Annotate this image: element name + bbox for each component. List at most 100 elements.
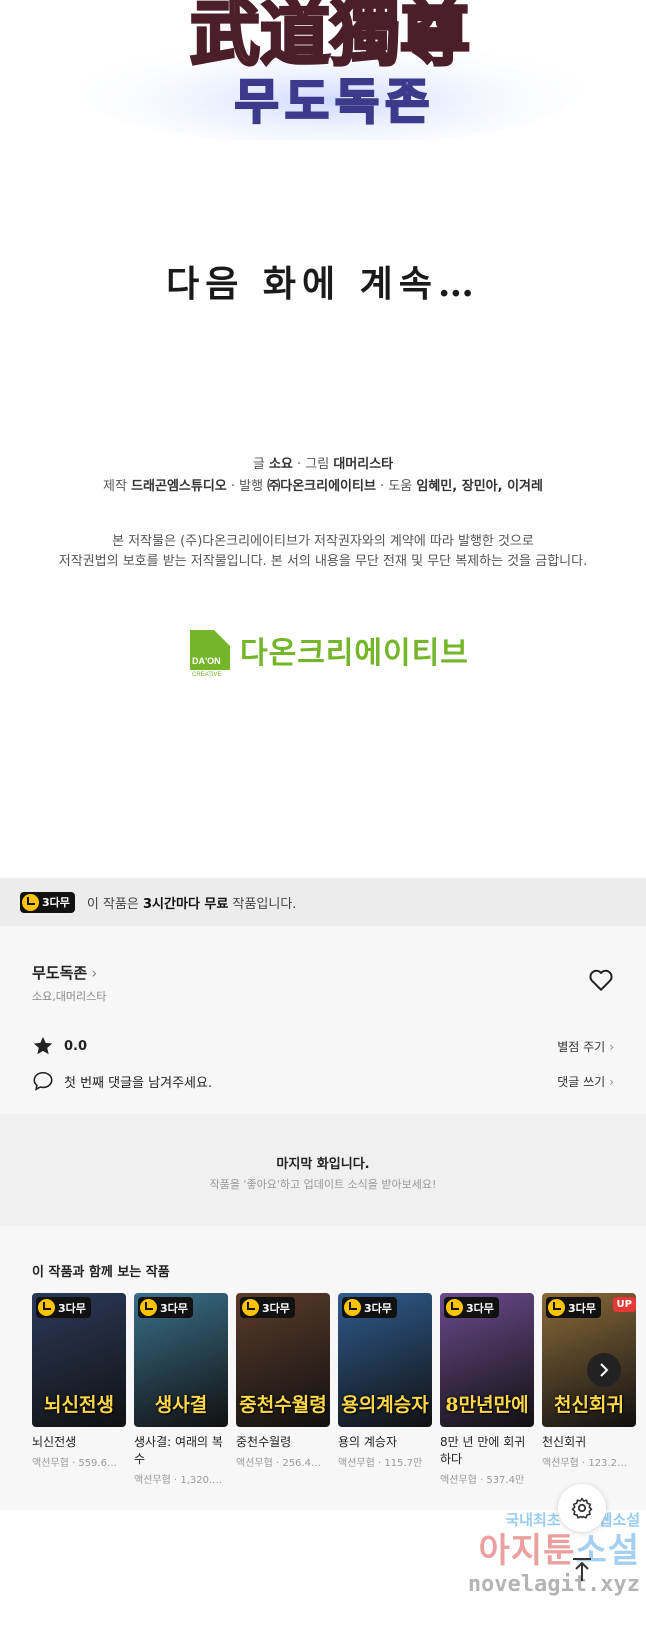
credit-line-writer-artist: 글 소요 · 그림 대머리스타: [252, 457, 394, 472]
recommendation-title: 8만 년 만에 회귀하다: [440, 1435, 526, 1466]
clock-icon: [22, 893, 39, 911]
free-banner-text: 이 작품은 3시간마다 무료 작품입니다.: [86, 896, 297, 912]
publisher-label: 발행: [239, 479, 264, 494]
rate-button[interactable]: 별점 주기 ›: [557, 1038, 614, 1055]
next-arrow-button[interactable]: [587, 1353, 621, 1387]
recommendation-title: 천신회귀: [542, 1435, 587, 1449]
clock-icon: [344, 1299, 361, 1316]
comment-prompt: 첫 번째 댓글을 남겨주세요.: [64, 1075, 213, 1091]
free-badge: 3다무: [240, 1297, 295, 1318]
free-badge-label: 3다무: [42, 896, 70, 909]
publisher-logo: DA'ON CREATIVE 다온크리에이티브: [190, 628, 469, 678]
star-icon: [33, 1036, 53, 1055]
recommendation-meta: 액션무협 · 123.2…: [542, 1458, 627, 1469]
recommendation-title: 뇌신전생: [32, 1435, 77, 1449]
chevron-right-icon: ›: [609, 1074, 614, 1089]
assist-names: 임혜민, 장민아, 이겨레: [416, 479, 543, 494]
update-badge: UP: [612, 1297, 636, 1312]
chevron-right-icon: [600, 1363, 609, 1377]
thumbnail-art-title: 천신회귀: [554, 1394, 624, 1416]
recommendation-thumbnail: 3다무뇌신전생: [32, 1293, 126, 1427]
copyright-line-2: 저작권법의 보호를 받는 저작물입니다. 본 서의 내용을 무단 전재 및 무단…: [58, 554, 588, 569]
clock-icon: [548, 1299, 565, 1316]
comment-bubble-icon: [33, 1071, 53, 1091]
writer-label: 글: [252, 457, 265, 472]
recommendation-title: 중천수월령: [236, 1435, 292, 1449]
continue-text: 다음 화에 계속…: [166, 263, 480, 305]
thumbnail-art-title: 8만년만에: [445, 1394, 529, 1416]
recommendation-card[interactable]: 3다무 8만년만에 8만 년 만에 회귀하다액션무협 · 537.4만: [440, 1293, 534, 1486]
gear-icon: [571, 1497, 593, 1519]
clock-icon: [140, 1299, 157, 1316]
publisher-name: ㈜다온크리에이티브: [267, 479, 376, 494]
recommendation-meta: 액션무협 · 1,320.…: [134, 1475, 223, 1486]
title-logo-image: 武道獨尊 무도독존: [80, 0, 580, 140]
thumbnail-art-title: 생사결: [154, 1394, 208, 1416]
last-episode-title: 마지막 화입니다.: [276, 1157, 370, 1172]
recommendation-card[interactable]: 3다무 뇌신전생 뇌신전생 액션무협 · 559.6…: [32, 1293, 126, 1469]
comment-row: 첫 번째 댓글을 남겨주세요. 댓글 쓰기 ›: [32, 1069, 614, 1093]
free-badge: 3다무: [444, 1297, 499, 1318]
production-label: 제작: [103, 479, 127, 494]
recommendation-meta: 액션무협 · 537.4만: [440, 1475, 525, 1486]
artist-label: 그림: [305, 457, 330, 472]
assist-label: 도움: [388, 479, 413, 494]
thumbnail-art-title: 용의계승자: [341, 1394, 429, 1416]
clock-icon: [242, 1299, 259, 1316]
logo-mark-text: DA'ON: [192, 656, 221, 666]
watermark: 국내최초 무료 웹소설 아지툰소설 novelagit.xyz: [467, 1511, 640, 1597]
svg-text:무도독존: 무도독존: [235, 74, 436, 130]
recommendation-meta: 액션무협 · 115.7만: [338, 1458, 423, 1469]
free-badge: 3다무: [546, 1297, 601, 1318]
work-title: 무도독존: [32, 964, 88, 982]
recommendation-thumbnail: 3다무생사결: [134, 1293, 228, 1427]
work-authors: 소요,대머리스타: [32, 990, 107, 1003]
last-episode-section: 마지막 화입니다. 작품을 '좋아요'하고 업데이트 소식을 받아보세요!: [0, 1114, 646, 1226]
recommendation-title: 용의 계승자: [338, 1435, 398, 1449]
recommendation-card[interactable]: 3다무 중천수월령 중천수월령 액션무협 · 256.4…: [236, 1293, 330, 1469]
rating-row: 0.0 별점 주기 ›: [32, 1034, 614, 1058]
svg-text:武道獨尊: 武道獨尊: [190, 0, 470, 75]
chevron-right-icon: ›: [91, 964, 98, 982]
rating-value: 0.0: [64, 1038, 88, 1054]
logo-mark: DA'ON CREATIVE: [190, 630, 230, 678]
comic-panel: 武道獨尊 무도독존 다음 화에 계속… 글 소요 · 그림 대머리스타 제작 드…: [0, 0, 646, 878]
copyright-line-1: 본 저작물은 (주)다온크리에이티브가 저작권자와의 계약에 따라 발행한 것으…: [112, 534, 534, 549]
scroll-top-button[interactable]: [562, 1550, 602, 1590]
arrow-up-icon: [573, 1558, 591, 1581]
recommendation-card[interactable]: 3다무생사결생사결: 여래의 복수액션무협 · 1,320.…: [134, 1293, 228, 1486]
credit-line-production: 제작 드래곤엠스튜디오 · 발행 ㈜다온크리에이티브 · 도움 임혜민, 장민아…: [103, 479, 543, 494]
recommendation-card[interactable]: 3다무용의계승자용의 계승자액션무협 · 115.7만: [338, 1293, 432, 1469]
logo-text: 다온크리에이티브: [240, 636, 469, 671]
clock-icon: [38, 1299, 55, 1316]
heart-icon[interactable]: [588, 968, 614, 992]
settings-button[interactable]: [558, 1484, 606, 1532]
work-title-link[interactable]: 무도독존 ›: [32, 962, 97, 983]
free-badge: 3다무: [36, 1297, 91, 1318]
recommendation-thumbnail: 3다무용의계승자: [338, 1293, 432, 1427]
thumbnail-art-title: 뇌신전생: [44, 1394, 114, 1416]
chevron-right-icon: ›: [609, 1039, 614, 1054]
work-info-section: 무도독존 › 소요,대머리스타 0.0 별점 주기 › 첫 번째 댓글을 남겨주세요…: [0, 926, 646, 1114]
recommendation-thumbnail: 3다무중천수월령: [236, 1293, 330, 1427]
free-badge: 3다무: [138, 1297, 193, 1318]
production-name: 드래곤엠스튜디오: [131, 479, 227, 494]
thumbnail-art-title: 중천수월령: [239, 1394, 327, 1416]
recommendation-meta: 액션무협 · 256.4…: [236, 1458, 321, 1469]
last-episode-subtitle: 작품을 '좋아요'하고 업데이트 소식을 받아보세요!: [209, 1178, 437, 1191]
recommendation-meta: 액션무협 · 559.6…: [32, 1458, 117, 1469]
free-badge: 3다무: [342, 1297, 397, 1318]
logo-mark-sub: CREATIVE: [192, 672, 222, 678]
recommendations-list: 3다무 뇌신전생 뇌신전생 액션무협 · 559.6… 3다무 생사결 생사결: 여래의 복…: [32, 1293, 646, 1503]
clock-icon: [446, 1299, 463, 1316]
artist-name: 대머리스타: [333, 457, 394, 472]
write-comment-button[interactable]: 댓글 쓰기 ›: [557, 1073, 614, 1090]
free-badge: 3다무: [20, 891, 75, 913]
free-banner: 3다무 이 작품은 3시간마다 무료 작품입니다.: [0, 878, 646, 926]
writer-name: 소요: [268, 457, 293, 472]
recommendation-thumbnail: 3다무 8만년만에: [440, 1293, 534, 1427]
recommendation-card[interactable]: 3다무 UP 천신회귀 천신회귀 액션무협 · 123.2…: [542, 1293, 636, 1469]
recommendations-heading: 이 작품과 함께 보는 작품: [32, 1265, 170, 1280]
recommendations-section: 이 작품과 함께 보는 작품 3다무 뇌신전생 뇌신전생 액션무협 · 559.6… 3…: [0, 1226, 646, 1510]
recommendation-title: 생사결: 여래의 복수: [134, 1435, 223, 1466]
